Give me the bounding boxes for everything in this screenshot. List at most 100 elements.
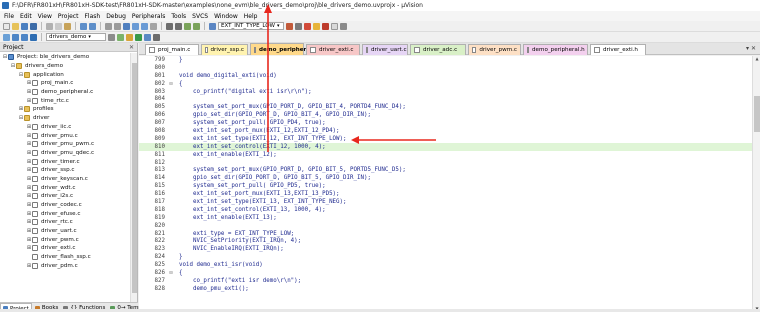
select-software-packs-icon[interactable] bbox=[144, 33, 151, 41]
code-line[interactable]: 824} bbox=[139, 253, 752, 261]
menu-window[interactable]: Window bbox=[214, 13, 238, 20]
tree-item[interactable]: ⊞ driver_pmu.c bbox=[0, 131, 130, 140]
menu-edit[interactable]: Edit bbox=[20, 13, 32, 20]
code-line[interactable]: 804 bbox=[139, 95, 752, 103]
editor-tab[interactable]: driver_pwm.c bbox=[468, 44, 521, 55]
editor-tab[interactable]: driver_exti.h bbox=[590, 44, 646, 55]
editor-tab[interactable]: driver_exti.c bbox=[306, 44, 360, 55]
editor-tab[interactable]: proj_main.c bbox=[145, 44, 199, 55]
tree-item[interactable]: ⊞ driver_efuse.c bbox=[0, 209, 130, 218]
code-line[interactable]: 805 system_set_port_mux(GPIO_PORT_D, GPI… bbox=[139, 103, 752, 111]
tree-item[interactable]: ⊟ application bbox=[0, 70, 130, 79]
comment-icon[interactable] bbox=[184, 22, 191, 30]
find-icon[interactable] bbox=[286, 22, 293, 30]
menu-debug[interactable]: Debug bbox=[106, 13, 126, 20]
build-icon[interactable] bbox=[12, 33, 19, 41]
code-line[interactable]: 820 bbox=[139, 222, 752, 230]
menu-peripherals[interactable]: Peripherals bbox=[132, 13, 165, 20]
cut-icon[interactable] bbox=[46, 22, 53, 30]
code-line[interactable]: 828 demo_pmu_exti(); bbox=[139, 285, 752, 293]
close-icon[interactable]: ▾ ✕ bbox=[746, 45, 756, 52]
window-layout-icon[interactable] bbox=[331, 22, 338, 30]
nav-forward-icon[interactable] bbox=[114, 22, 121, 30]
code-line[interactable]: 814 gpio_set_dir(GPIO_PORT_D, GPIO_BIT_5… bbox=[139, 174, 752, 182]
tree-item[interactable]: ⊞ driver_iic.c bbox=[0, 123, 130, 132]
new-file-icon[interactable] bbox=[3, 22, 10, 30]
indent-icon[interactable] bbox=[166, 22, 173, 30]
tools-icon[interactable] bbox=[340, 22, 347, 30]
tree-item[interactable]: ⊞ proj_main.c bbox=[0, 79, 130, 88]
menu-file[interactable]: File bbox=[4, 13, 14, 20]
project-tree-scrollbar[interactable] bbox=[130, 53, 137, 303]
code-line[interactable]: 822 NVIC_SetPriority(EXTI_IRQn, 4); bbox=[139, 237, 752, 245]
code-line[interactable]: 825 void demo_exti_isr(void) bbox=[139, 261, 752, 269]
code-line[interactable]: 810 ext_int_set_control(EXTI_12, 1000, 4… bbox=[139, 142, 752, 151]
code-line[interactable]: 818 ext_int_set_control(EXTI_13, 1000, 4… bbox=[139, 206, 752, 214]
fold-marker-icon[interactable]: ⊟ bbox=[167, 270, 175, 276]
code-line[interactable]: 821 exti_type = EXT_INT_TYPE_LOW; bbox=[139, 230, 752, 238]
redo-icon[interactable] bbox=[89, 22, 96, 30]
editor-tab[interactable]: driver_adc.c bbox=[410, 44, 466, 55]
unindent-icon[interactable] bbox=[175, 22, 182, 30]
tree-item[interactable]: ⊞ driver_rtc.c bbox=[0, 218, 130, 227]
undo-icon[interactable] bbox=[80, 22, 87, 30]
menu-help[interactable]: Help bbox=[244, 13, 258, 20]
tree-item[interactable]: ⊞ driver_pwm.c bbox=[0, 235, 130, 244]
next-bookmark-icon[interactable] bbox=[141, 22, 148, 30]
save-all-icon[interactable] bbox=[30, 22, 37, 30]
code-line[interactable]: 819 ext_int_enable(EXTI_13); bbox=[139, 214, 752, 222]
tree-item[interactable]: ⊞ driver_pmu_pwm.c bbox=[0, 140, 130, 149]
menu-svcs[interactable]: SVCS bbox=[192, 13, 208, 20]
code-line[interactable]: 800 bbox=[139, 64, 752, 72]
save-icon[interactable] bbox=[21, 22, 28, 30]
pack-installer-icon[interactable] bbox=[135, 33, 142, 41]
copy-icon[interactable] bbox=[55, 22, 62, 30]
editor-tab[interactable]: driver_uart.c bbox=[362, 44, 408, 55]
editor-tab[interactable]: demo_peripheral.h bbox=[523, 44, 588, 55]
tree-item[interactable]: ⊞ profiles bbox=[0, 105, 130, 114]
code-line[interactable]: 809 ext_int_set_type(EXTI_12, EXT_INT_TY… bbox=[139, 135, 752, 143]
code-line[interactable]: 815 system_set_port_pull( GPIO_PD5, true… bbox=[139, 182, 752, 190]
tree-item[interactable]: ⊞ driver_exti.c bbox=[0, 244, 130, 253]
tree-item[interactable]: ⊞ driver_codec.c bbox=[0, 201, 130, 210]
code-line[interactable]: 823 NVIC_EnableIRQ(EXTI_IRQn); bbox=[139, 245, 752, 253]
menu-tools[interactable]: Tools bbox=[171, 13, 186, 20]
tree-item[interactable]: ⊞ driver_pmu_qdec.c bbox=[0, 149, 130, 158]
nav-back-icon[interactable] bbox=[105, 22, 112, 30]
tree-item[interactable]: ⊞ driver_keyscan.c bbox=[0, 175, 130, 184]
paste-icon[interactable] bbox=[64, 22, 71, 30]
bookmark-icon[interactable] bbox=[123, 22, 130, 30]
code-line[interactable]: 816 ext_int_set_port_mux(EXTI_13,EXTI_13… bbox=[139, 190, 752, 198]
tree-item[interactable]: ⊞ driver_ssp.c bbox=[0, 166, 130, 175]
code-line[interactable]: 826 ⊟ { bbox=[139, 269, 752, 277]
tree-item[interactable]: ⊟ driver bbox=[0, 114, 130, 123]
editor-tab[interactable]: demo_peripheral.c bbox=[250, 43, 317, 55]
editor-scrollbar[interactable]: ▲ ▼ bbox=[752, 56, 760, 312]
code-line[interactable]: 817 ext_int_set_type(EXTI_13, EXT_INT_TY… bbox=[139, 198, 752, 206]
translate-icon[interactable] bbox=[3, 33, 10, 41]
incremental-find-icon[interactable] bbox=[295, 22, 302, 30]
breakpoint-icon[interactable] bbox=[313, 22, 320, 30]
tree-item[interactable]: driver_flash_ssp.c bbox=[0, 253, 130, 262]
find-in-files-icon[interactable] bbox=[209, 22, 216, 30]
tree-item[interactable]: ⊞ driver_i2s.c bbox=[0, 192, 130, 201]
close-icon[interactable]: ✕ bbox=[129, 44, 134, 51]
tree-item[interactable]: ⊞ time_rtc.c bbox=[0, 96, 130, 105]
code-line[interactable]: 806 gpio_set_dir(GPIO_PORT_D, GPIO_BIT_4… bbox=[139, 111, 752, 119]
clear-bookmarks-icon[interactable] bbox=[150, 22, 157, 30]
code-line[interactable]: 813 system_set_port_mux(GPIO_PORT_D, GPI… bbox=[139, 166, 752, 174]
menu-flash[interactable]: Flash bbox=[84, 13, 100, 20]
scroll-up-icon[interactable]: ▲ bbox=[753, 56, 760, 62]
code-line[interactable]: 803 co_printf("digital exti isr\r\n"); bbox=[139, 88, 752, 96]
tree-item[interactable]: ⊞ driver_wdt.c bbox=[0, 183, 130, 192]
fold-marker-icon[interactable]: ⊟ bbox=[167, 81, 175, 87]
code-line[interactable]: 827 co_printf("exti isr demo\r\n"); bbox=[139, 277, 752, 285]
code-line[interactable]: 802 ⊟ { bbox=[139, 80, 752, 88]
tree-item[interactable]: ⊟ Project: ble_drivers_demo bbox=[0, 53, 130, 62]
code-line[interactable]: 808 ext_int_set_port_mux(EXTI_12,EXTI_12… bbox=[139, 127, 752, 135]
debug-start-icon[interactable] bbox=[304, 22, 311, 30]
scrollbar-thumb[interactable] bbox=[754, 96, 760, 132]
code-editor[interactable]: 799} 800 801 void demo_digital_exti(void) 80… bbox=[139, 56, 752, 312]
uncomment-icon[interactable] bbox=[193, 22, 200, 30]
tree-item[interactable]: ⊞ driver_pdm.c bbox=[0, 262, 130, 271]
